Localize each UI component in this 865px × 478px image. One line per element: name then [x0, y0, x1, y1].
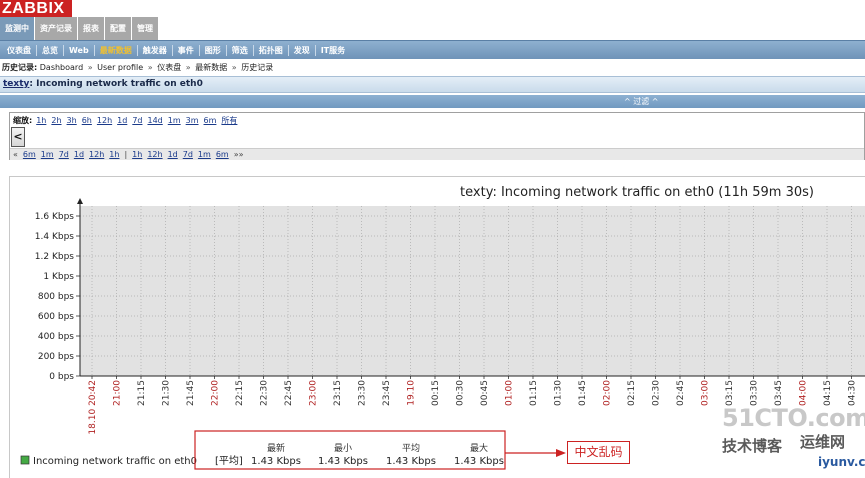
legend-swatch: [20, 455, 30, 465]
watermark-brand: 运维网: [800, 433, 846, 451]
legend-stat-header: 最小: [334, 443, 352, 454]
x-tick-label: 03:15: [725, 380, 735, 406]
y-tick-label: 1 Kbps: [43, 272, 74, 282]
plot-area: [80, 206, 865, 376]
y-tick-label: 1.2 Kbps: [35, 252, 75, 262]
x-tick-label: 00:45: [480, 380, 490, 406]
x-tick-label: 18.10 20:42: [88, 380, 98, 435]
x-tick-label: 23:15: [333, 380, 343, 406]
x-tick-label: 02:00: [603, 380, 613, 406]
x-tick-label: 23:45: [382, 380, 392, 406]
x-tick-label: 01:15: [529, 380, 539, 406]
legend-stat-value: 1.43 Kbps: [454, 456, 504, 467]
x-tick-label: 01:45: [578, 380, 588, 406]
legend-stat-header: 平均: [402, 442, 420, 454]
legend-stat-value: 1.43 Kbps: [318, 456, 368, 467]
x-tick-label: 03:45: [774, 380, 784, 406]
x-tick-label: 03:30: [750, 380, 760, 406]
x-tick-label: 04:00: [799, 380, 809, 406]
watermark-url: iyunv.com: [818, 455, 865, 469]
y-tick-label: 1.4 Kbps: [35, 232, 75, 242]
x-tick-label: 19.10: [407, 380, 417, 406]
x-tick-label: 23:00: [309, 380, 319, 406]
y-tick-label: 200 bps: [38, 352, 74, 362]
x-tick-label: 02:45: [676, 380, 686, 406]
y-axis-arrow: [77, 198, 83, 204]
x-tick-label: 03:00: [701, 380, 711, 406]
chart-title: texty: Incoming network traffic on eth0 …: [460, 185, 814, 200]
watermark-site: 51CTO.com: [722, 404, 865, 432]
x-tick-label: 01:00: [505, 380, 515, 406]
x-tick-label: 21:00: [113, 380, 123, 406]
x-tick-label: 00:30: [456, 380, 466, 406]
watermark-blog: 技术博客: [722, 437, 783, 455]
y-tick-label: 1.6 Kbps: [35, 212, 75, 222]
x-tick-label: 02:15: [627, 380, 637, 406]
legend-stat-header: 最大: [470, 442, 488, 454]
y-tick-label: 800 bps: [38, 292, 74, 302]
legend-stat-value: 1.43 Kbps: [251, 456, 301, 467]
x-tick-label: 23:30: [358, 380, 368, 406]
x-tick-label: 21:45: [186, 380, 196, 406]
x-tick-label: 04:15: [823, 380, 833, 406]
y-tick-label: 600 bps: [38, 312, 74, 322]
legend-series-name: Incoming network traffic on eth0: [33, 456, 197, 467]
x-tick-label: 22:45: [284, 380, 294, 406]
x-tick-label: 21:30: [162, 380, 172, 406]
annotation-label: 中文乱码: [567, 441, 630, 464]
x-tick-label: 02:30: [652, 380, 662, 406]
x-tick-label: 22:30: [260, 380, 270, 406]
x-tick-label: 21:15: [137, 380, 147, 406]
zabbix-page: ZABBIX 监测中 资产记录 报表 配置 管理 仪表盘 总览 Web 最新数据…: [0, 0, 865, 478]
x-tick-label: 04:30: [848, 380, 858, 406]
y-tick-label: 400 bps: [38, 332, 74, 342]
legend-function: [平均]: [215, 455, 243, 467]
legend-stat-value: 1.43 Kbps: [386, 456, 436, 467]
legend-stat-header: 最新: [267, 442, 285, 454]
x-tick-label: 22:15: [235, 380, 245, 406]
x-tick-label: 00:15: [431, 380, 441, 406]
x-tick-label: 01:30: [554, 380, 564, 406]
y-tick-label: 0 bps: [49, 372, 74, 382]
x-tick-label: 22:00: [211, 380, 221, 406]
annotation-arrow-head: [556, 449, 566, 457]
